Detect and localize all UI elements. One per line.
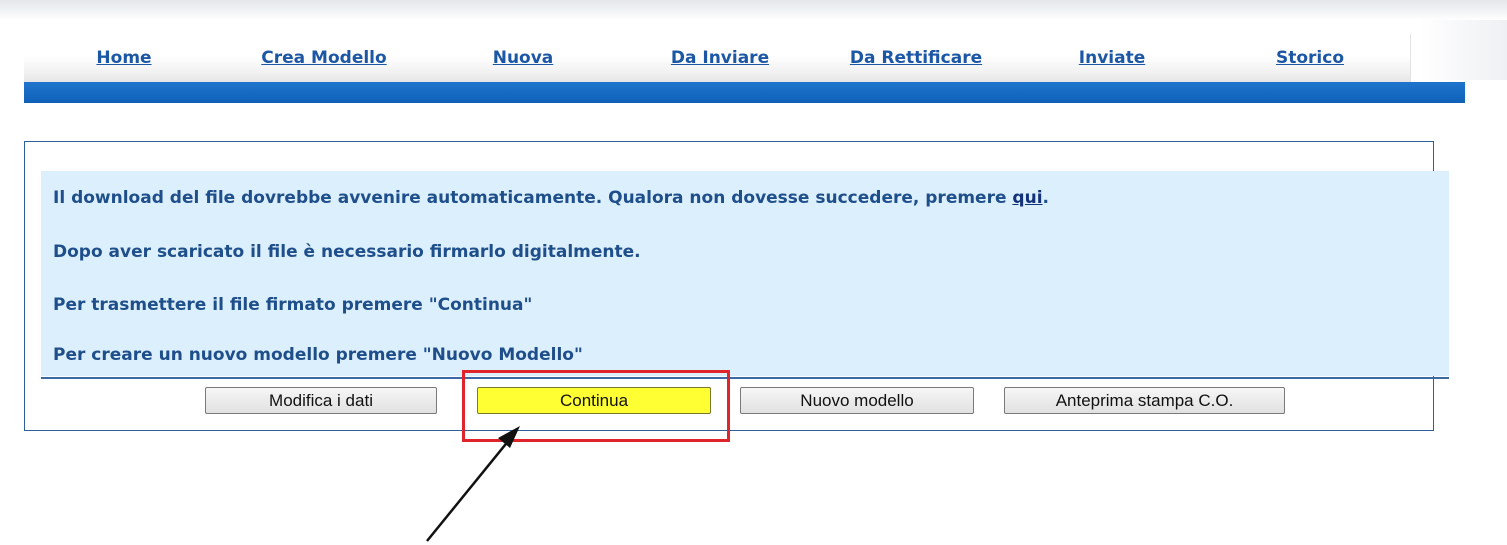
annotation-arrow xyxy=(426,426,520,542)
